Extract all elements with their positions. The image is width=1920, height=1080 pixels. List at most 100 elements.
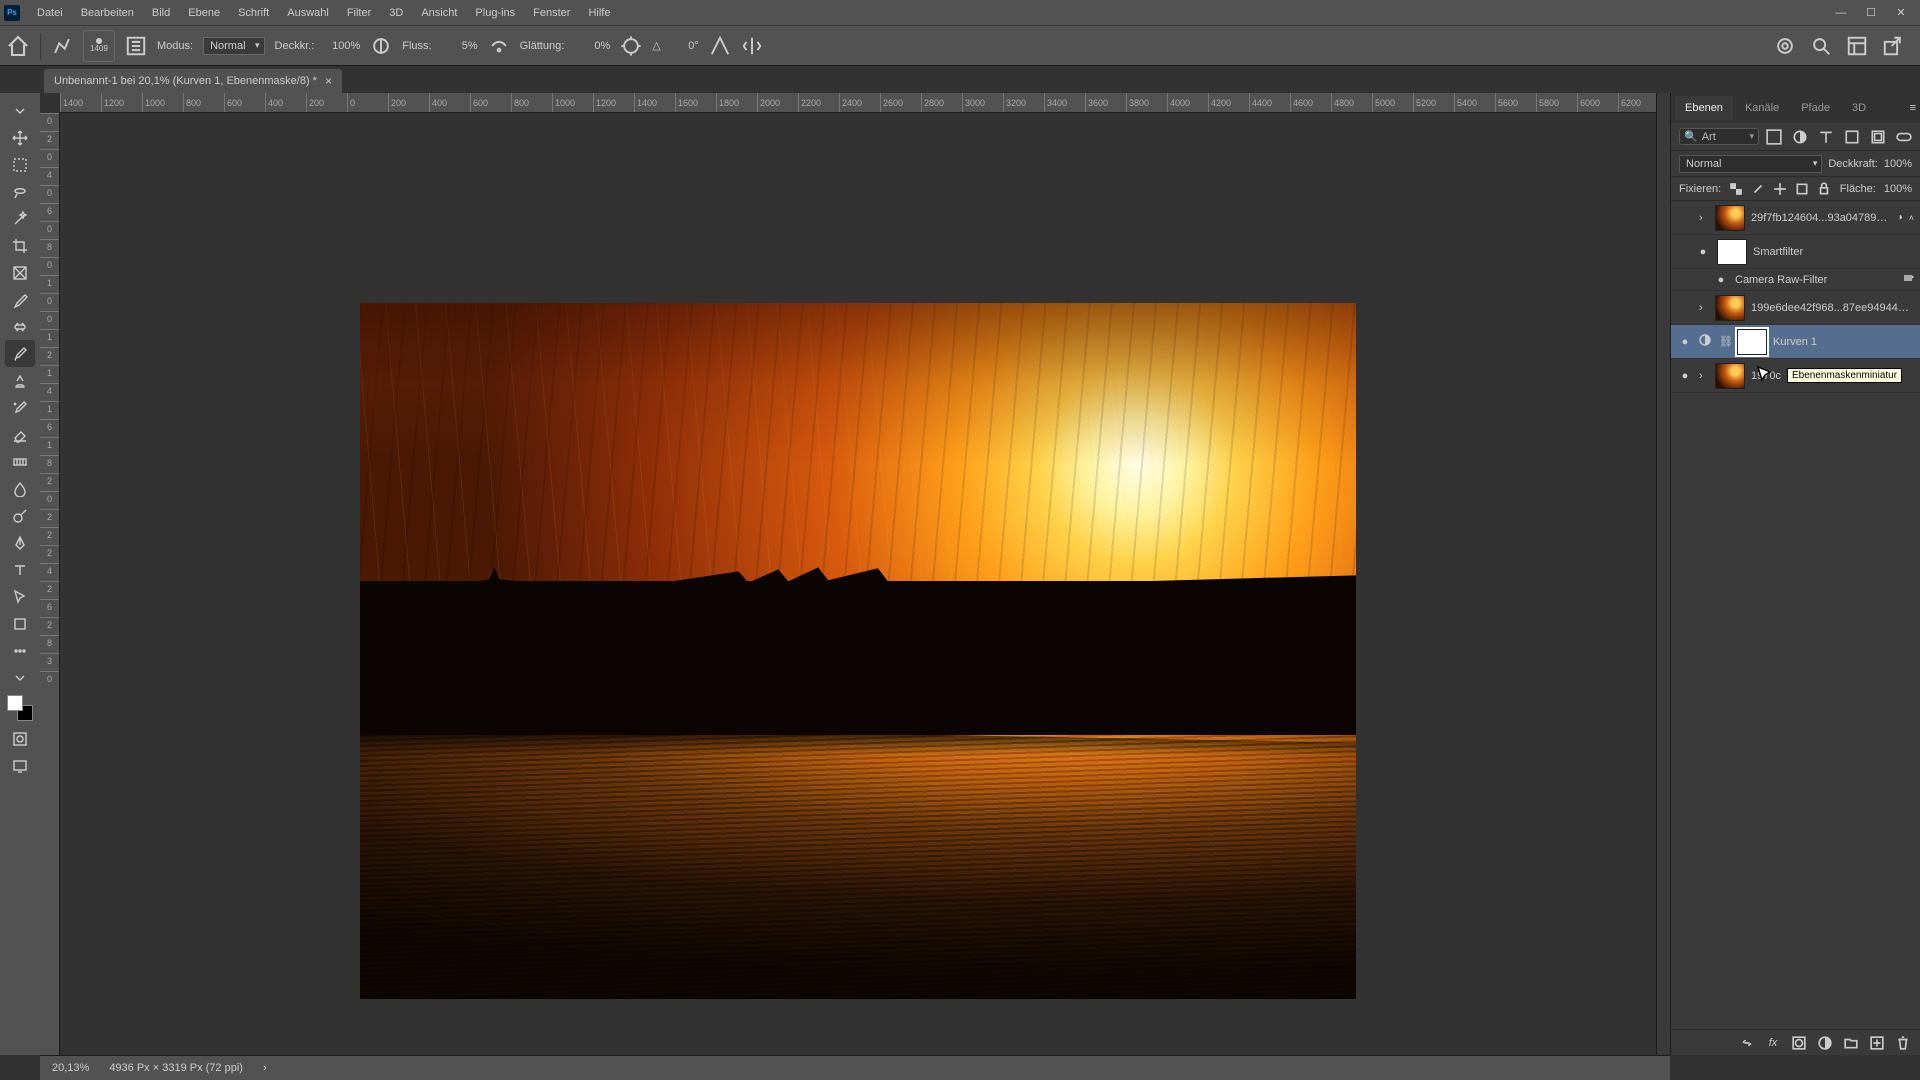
brush-tool[interactable] bbox=[5, 340, 35, 367]
vertical-ruler[interactable]: 02040608010012141618202224262830 bbox=[40, 113, 60, 1055]
clone-tool[interactable] bbox=[5, 367, 35, 394]
move-tool[interactable] bbox=[5, 124, 35, 151]
gradient-tool[interactable] bbox=[5, 448, 35, 475]
tab-ebenen[interactable]: Ebenen bbox=[1675, 96, 1733, 120]
link-icon[interactable]: ⛓ bbox=[1719, 335, 1731, 348]
eraser-tool[interactable] bbox=[5, 421, 35, 448]
wand-tool[interactable] bbox=[5, 205, 35, 232]
lock-transparency-icon[interactable] bbox=[1729, 182, 1743, 196]
eyedropper-tool[interactable] bbox=[5, 286, 35, 313]
shape-tool[interactable] bbox=[5, 610, 35, 637]
doc-info-chevron-icon[interactable]: › bbox=[263, 1062, 267, 1074]
expand-icon[interactable]: › bbox=[1699, 212, 1709, 224]
add-mask-button[interactable] bbox=[1792, 1036, 1806, 1050]
fill-value[interactable]: 100% bbox=[1884, 183, 1912, 195]
menu-fenster[interactable]: Fenster bbox=[524, 3, 579, 23]
layer-row[interactable]: ● ⛓ Kurven 1 bbox=[1671, 325, 1920, 359]
filter-options-icon[interactable] bbox=[1902, 272, 1914, 287]
visibility-toggle[interactable]: ● bbox=[1713, 274, 1729, 286]
pen-tool[interactable] bbox=[5, 529, 35, 556]
layer-row[interactable]: ● Smartfilter bbox=[1671, 235, 1920, 269]
document-canvas[interactable] bbox=[60, 113, 1656, 1055]
window-minimize-button[interactable]: — bbox=[1826, 3, 1856, 23]
flow-input[interactable] bbox=[442, 40, 478, 52]
menu-auswahl[interactable]: Auswahl bbox=[278, 3, 338, 23]
tab-3d[interactable]: 3D bbox=[1842, 96, 1876, 120]
document-tab-close-icon[interactable]: × bbox=[325, 74, 332, 88]
layer-kind-filter[interactable]: 🔍 Art bbox=[1679, 128, 1759, 145]
more-tools[interactable] bbox=[5, 637, 35, 664]
layer-row[interactable]: › 199e6dee42f968...87ee94944802d bbox=[1671, 291, 1920, 325]
lock-position-icon[interactable] bbox=[1773, 182, 1787, 196]
angle-input[interactable] bbox=[671, 40, 699, 52]
type-tool[interactable] bbox=[5, 556, 35, 583]
window-close-button[interactable]: ✕ bbox=[1886, 3, 1916, 23]
filter-shape-icon[interactable] bbox=[1844, 129, 1860, 145]
layer-thumbnail[interactable] bbox=[1715, 363, 1745, 389]
menu-bild[interactable]: Bild bbox=[143, 3, 179, 23]
blend-mode-select[interactable]: Normal bbox=[203, 37, 264, 55]
layer-mask-thumbnail[interactable] bbox=[1737, 329, 1767, 355]
layer-thumbnail[interactable] bbox=[1715, 205, 1745, 231]
tab-pfade[interactable]: Pfade bbox=[1791, 96, 1840, 120]
smart-filter-icon[interactable]: ◑ bbox=[1897, 212, 1903, 223]
frame-tool[interactable] bbox=[5, 259, 35, 286]
quickmask-button[interactable] bbox=[5, 725, 35, 752]
menu-plugins[interactable]: Plug-ins bbox=[466, 3, 524, 23]
visibility-toggle[interactable]: ● bbox=[1695, 246, 1711, 258]
layer-blend-mode-select[interactable]: Normal bbox=[1679, 155, 1822, 173]
filter-pixel-icon[interactable] bbox=[1766, 129, 1782, 145]
layer-thumbnail[interactable] bbox=[1715, 295, 1745, 321]
filter-adjust-icon[interactable] bbox=[1792, 129, 1808, 145]
layer-name[interactable]: 29f7fb124604...93a047894a38 bbox=[1751, 212, 1891, 224]
brush-preset-picker[interactable]: 1409 bbox=[83, 30, 115, 62]
menu-ansicht[interactable]: Ansicht bbox=[412, 3, 466, 23]
search-button[interactable] bbox=[1810, 35, 1832, 57]
window-maximize-button[interactable]: ☐ bbox=[1856, 3, 1886, 23]
layer-name[interactable]: Kurven 1 bbox=[1773, 336, 1914, 348]
layer-row[interactable]: › 29f7fb124604...93a047894a38 ◑ ˄ bbox=[1671, 201, 1920, 235]
link-layers-button[interactable] bbox=[1740, 1036, 1754, 1050]
workspace-button[interactable] bbox=[1846, 35, 1868, 57]
blur-tool[interactable] bbox=[5, 475, 35, 502]
layer-fx-button[interactable]: fx bbox=[1766, 1036, 1780, 1050]
horizontal-ruler[interactable]: 1400120010008006004002000200400600800100… bbox=[60, 93, 1656, 113]
tool-preset-picker[interactable] bbox=[51, 35, 73, 57]
layer-opacity-value[interactable]: 100% bbox=[1884, 158, 1912, 170]
tab-kanaele[interactable]: Kanäle bbox=[1735, 96, 1789, 120]
smoothing-input[interactable] bbox=[574, 40, 610, 52]
layer-row[interactable]: ● › 1970c Ebenenmaskenminiatur bbox=[1671, 359, 1920, 393]
collapsed-panel-dock[interactable] bbox=[1656, 93, 1670, 1055]
symmetry-button[interactable] bbox=[741, 35, 763, 57]
menu-filter[interactable]: Filter bbox=[338, 3, 380, 23]
smoothing-options-button[interactable] bbox=[620, 35, 642, 57]
filter-smart-icon[interactable] bbox=[1870, 129, 1886, 145]
menu-bearbeiten[interactable]: Bearbeiten bbox=[72, 3, 143, 23]
panel-menu-icon[interactable]: ≡ bbox=[1910, 102, 1916, 114]
layer-name[interactable]: Camera Raw-Filter bbox=[1735, 274, 1896, 286]
heal-tool[interactable] bbox=[5, 313, 35, 340]
lock-nesting-icon[interactable] bbox=[1795, 182, 1809, 196]
add-group-button[interactable] bbox=[1844, 1036, 1858, 1050]
menu-hilfe[interactable]: Hilfe bbox=[579, 3, 619, 23]
collapse-toolbar-button[interactable] bbox=[5, 97, 35, 124]
filter-toggle-icon[interactable] bbox=[1896, 129, 1912, 145]
zoom-level[interactable]: 20,13% bbox=[52, 1062, 89, 1074]
share-button[interactable] bbox=[1882, 35, 1904, 57]
layer-name[interactable]: 199e6dee42f968...87ee94944802d bbox=[1751, 302, 1914, 314]
menu-ebene[interactable]: Ebene bbox=[179, 3, 229, 23]
layer-row[interactable]: ● Camera Raw-Filter bbox=[1671, 269, 1920, 291]
edit-toolbar[interactable] bbox=[5, 664, 35, 691]
history-brush-tool[interactable] bbox=[5, 394, 35, 421]
color-swatches[interactable] bbox=[7, 695, 33, 721]
filter-mask-thumbnail[interactable] bbox=[1717, 239, 1747, 265]
document-info[interactable]: 4936 Px × 3319 Px (72 ppi) bbox=[109, 1062, 243, 1074]
visibility-toggle[interactable]: ● bbox=[1677, 370, 1693, 382]
expand-icon[interactable]: › bbox=[1699, 370, 1709, 382]
add-layer-button[interactable] bbox=[1870, 1036, 1884, 1050]
delete-layer-button[interactable] bbox=[1896, 1036, 1910, 1050]
lasso-tool[interactable] bbox=[5, 178, 35, 205]
lock-pixels-icon[interactable] bbox=[1751, 182, 1765, 196]
brush-settings-button[interactable] bbox=[125, 35, 147, 57]
lock-all-icon[interactable] bbox=[1817, 182, 1831, 196]
